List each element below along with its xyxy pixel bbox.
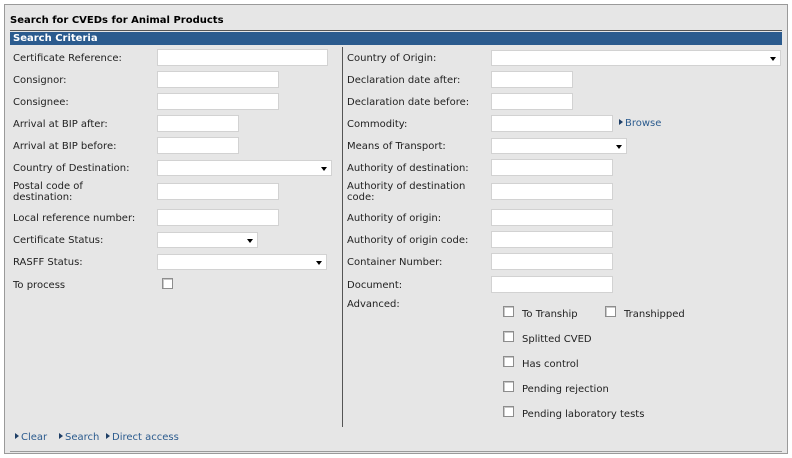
container-number-label: Container Number: <box>347 257 443 268</box>
title-divider <box>10 30 782 31</box>
means-transport-label: Means of Transport: <box>347 141 446 152</box>
consignor-label: Consignor: <box>13 75 67 86</box>
consignor-input[interactable] <box>157 71 279 88</box>
chevron-down-icon <box>321 167 327 171</box>
page-title: Search for CVEDs for Animal Products <box>10 15 224 26</box>
transhipped-label: Transhipped <box>624 309 685 320</box>
arrow-right-icon <box>59 433 63 439</box>
postal-code-input[interactable] <box>157 183 279 200</box>
consignee-label: Consignee: <box>13 97 69 108</box>
chevron-down-icon <box>770 57 776 61</box>
chevron-down-icon <box>616 145 622 149</box>
authority-origin-input[interactable] <box>491 209 613 226</box>
declaration-after-input[interactable] <box>491 71 573 88</box>
clear-link[interactable]: Clear <box>15 432 47 443</box>
arrival-after-input[interactable] <box>157 115 239 132</box>
bottom-divider <box>10 451 782 452</box>
pending-rejection-label: Pending rejection <box>522 384 609 395</box>
advanced-label: Advanced: <box>347 299 400 310</box>
splitted-cved-checkbox[interactable] <box>503 331 514 342</box>
transhipped-checkbox[interactable] <box>605 306 616 317</box>
declaration-before-input[interactable] <box>491 93 573 110</box>
authority-origin-code-input[interactable] <box>491 231 613 248</box>
to-tranship-label: To Tranship <box>522 309 578 320</box>
local-reference-label: Local reference number: <box>13 213 136 224</box>
to-process-label: To process <box>13 280 66 291</box>
pending-lab-tests-label: Pending laboratory tests <box>522 409 645 420</box>
to-tranship-checkbox[interactable] <box>503 306 514 317</box>
to-process-checkbox[interactable] <box>162 278 173 289</box>
authority-destination-code-input[interactable] <box>491 183 613 200</box>
country-origin-select[interactable] <box>491 50 781 66</box>
declaration-after-label: Declaration date after: <box>347 75 461 86</box>
document-input[interactable] <box>491 276 613 293</box>
authority-destination-input[interactable] <box>491 159 613 176</box>
arrival-before-label: Arrival at BIP before: <box>13 141 117 152</box>
column-divider <box>342 47 343 427</box>
browse-label: Browse <box>625 118 662 129</box>
container-number-input[interactable] <box>491 253 613 270</box>
document-label: Document: <box>347 280 403 291</box>
arrow-right-icon <box>15 433 19 439</box>
search-link[interactable]: Search <box>59 432 99 443</box>
pending-rejection-checkbox[interactable] <box>503 381 514 392</box>
postal-code-label: Postal code of destination: <box>13 181 83 203</box>
country-destination-label: Country of Destination: <box>13 163 130 174</box>
arrow-right-icon <box>106 433 110 439</box>
commodity-input[interactable] <box>491 115 613 132</box>
authority-origin-label: Authority of origin: <box>347 213 442 224</box>
rasff-status-select[interactable] <box>157 254 327 270</box>
authority-origin-code-label: Authority of origin code: <box>347 235 469 246</box>
section-header: Search Criteria <box>10 32 782 45</box>
arrival-after-label: Arrival at BIP after: <box>13 119 108 130</box>
country-destination-select[interactable] <box>157 160 332 176</box>
chevron-down-icon <box>316 261 322 265</box>
direct-access-label: Direct access <box>112 432 179 443</box>
chevron-down-icon <box>247 239 253 243</box>
clear-label: Clear <box>21 432 48 443</box>
local-reference-input[interactable] <box>157 209 279 226</box>
authority-destination-label: Authority of destination: <box>347 163 469 174</box>
rasff-status-label: RASFF Status: <box>13 257 83 268</box>
arrow-right-icon <box>619 119 623 125</box>
certificate-reference-label: Certificate Reference: <box>13 53 122 64</box>
authority-destination-code-label: Authority of destination code: <box>347 181 466 203</box>
consignee-input[interactable] <box>157 93 279 110</box>
means-transport-select[interactable] <box>491 138 627 154</box>
country-origin-label: Country of Origin: <box>347 53 437 64</box>
arrival-before-input[interactable] <box>157 137 239 154</box>
search-label: Search <box>65 432 100 443</box>
search-form-panel: Search for CVEDs for Animal Products Sea… <box>4 4 788 454</box>
browse-link[interactable]: Browse <box>619 118 661 129</box>
has-control-checkbox[interactable] <box>503 356 514 367</box>
commodity-label: Commodity: <box>347 119 408 130</box>
has-control-label: Has control <box>522 359 579 370</box>
certificate-status-label: Certificate Status: <box>13 235 104 246</box>
direct-access-link[interactable]: Direct access <box>106 432 179 443</box>
certificate-status-select[interactable] <box>157 232 258 248</box>
declaration-before-label: Declaration date before: <box>347 97 470 108</box>
pending-lab-tests-checkbox[interactable] <box>503 406 514 417</box>
splitted-cved-label: Splitted CVED <box>522 334 592 345</box>
certificate-reference-input[interactable] <box>157 49 328 66</box>
